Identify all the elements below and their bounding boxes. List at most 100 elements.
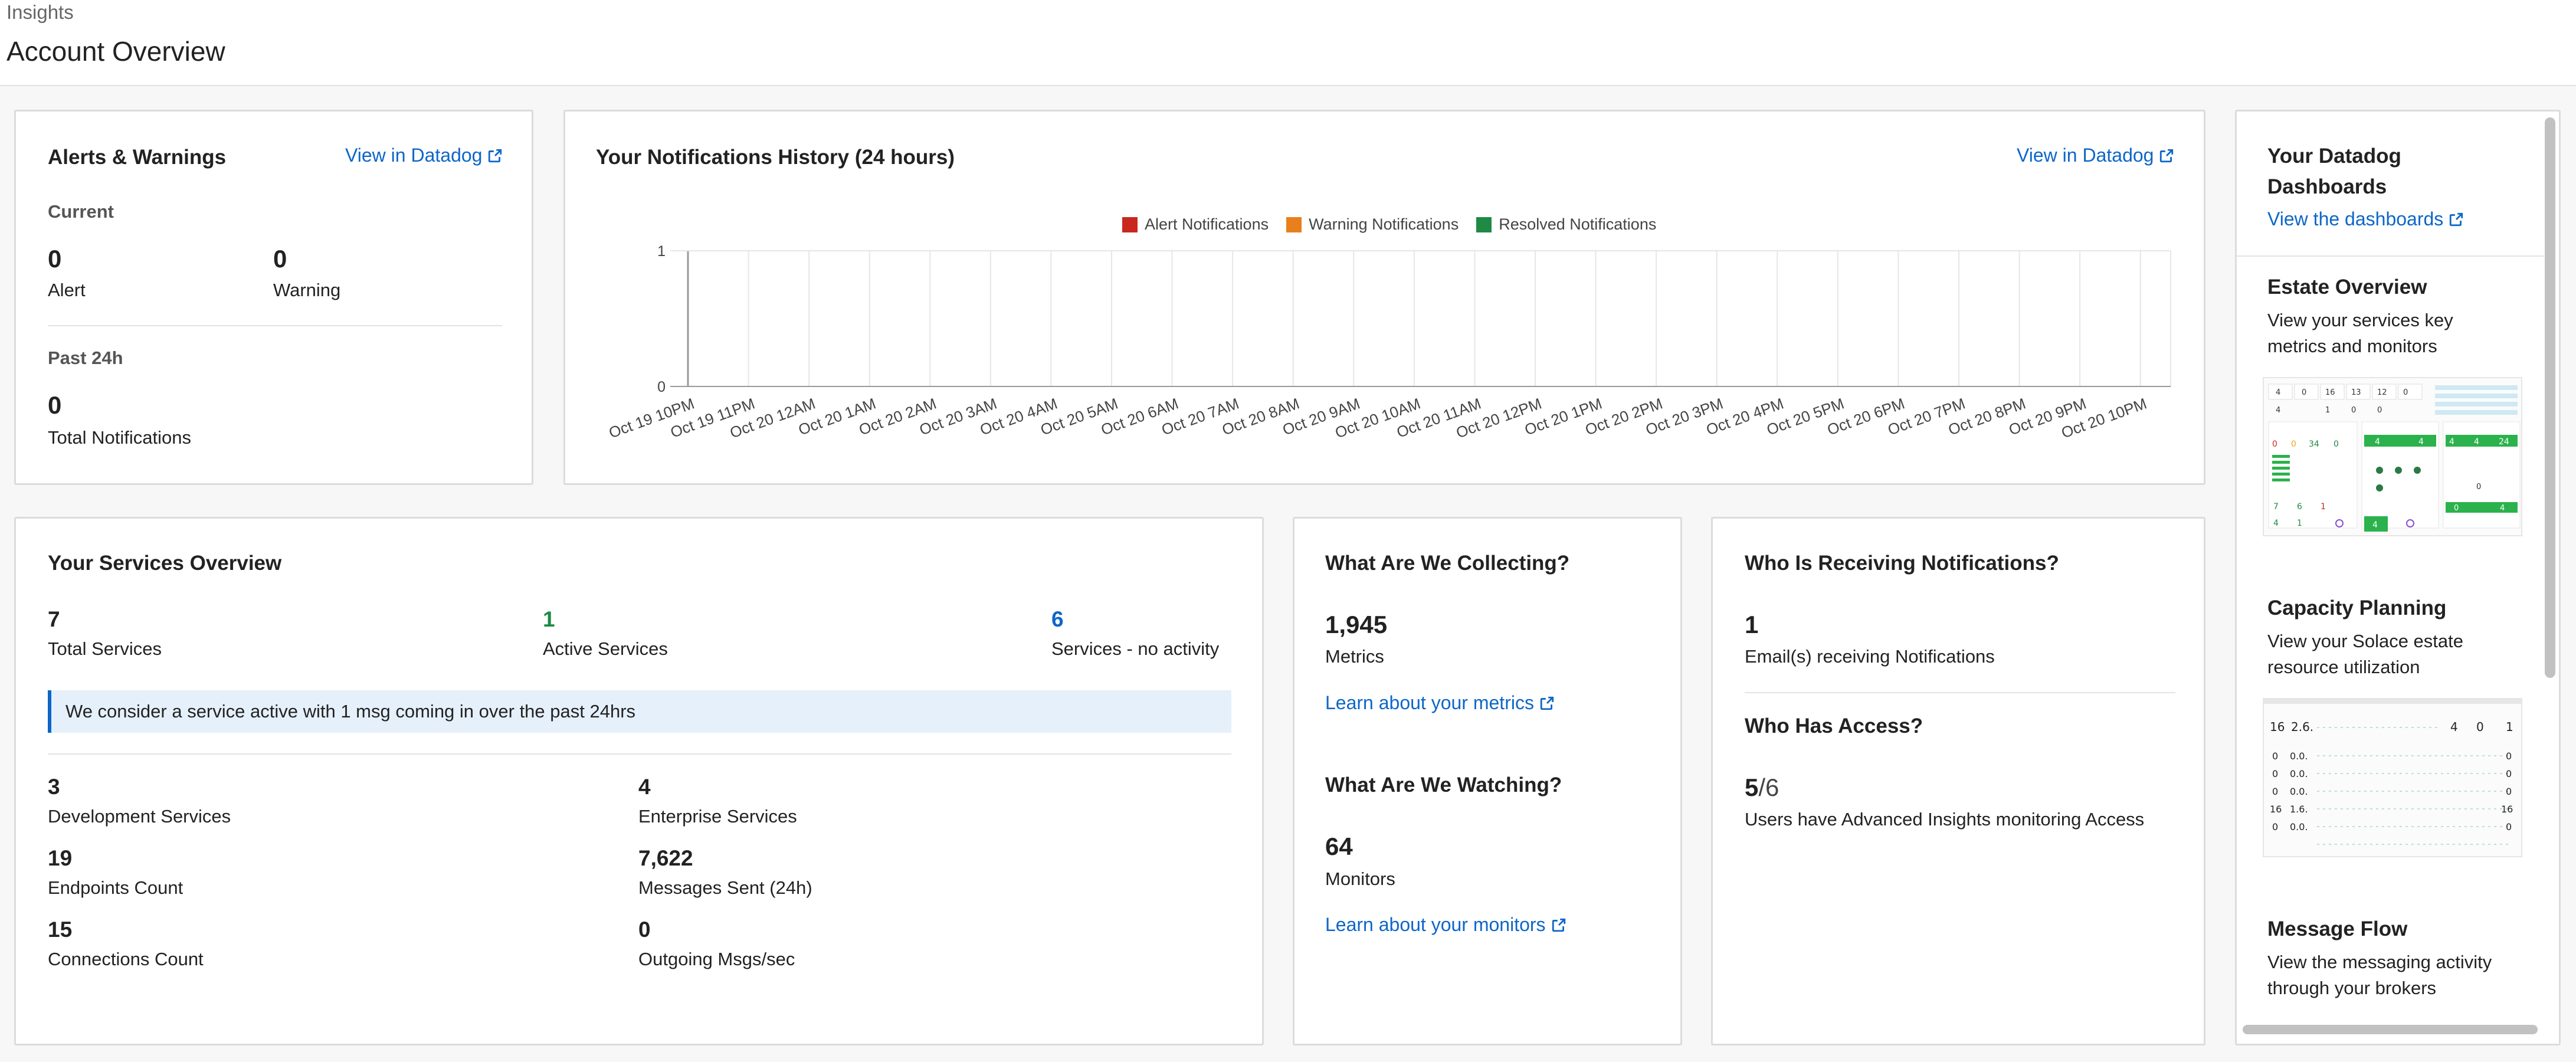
svg-text:0.0.: 0.0.: [2290, 821, 2308, 832]
alerts-view-in-datadog-link[interactable]: View in Datadog: [345, 145, 503, 166]
svg-text:4: 4: [2418, 437, 2424, 447]
horizontal-scrollbar[interactable]: [2243, 1025, 2538, 1034]
svg-text:0: 0: [2272, 440, 2277, 449]
svg-text:0: 0: [2272, 768, 2278, 779]
divider: [48, 753, 1231, 755]
svg-text:6: 6: [2297, 502, 2302, 512]
chart-x-tick-label: Oct 20 12PM: [1454, 394, 1544, 441]
estate-overview-desc-line1: View your services key: [2267, 310, 2453, 330]
legend-swatch-alert: [1122, 217, 1138, 232]
svg-text:0.0.: 0.0.: [2290, 786, 2308, 797]
divider: [1745, 692, 2175, 693]
past-24h-label: Past 24h: [48, 348, 123, 368]
svg-text:0: 0: [2476, 483, 2481, 491]
vertical-scrollbar[interactable]: [2545, 117, 2555, 678]
alerts-card: Alerts & Warnings View in Datadog Curren…: [14, 110, 533, 485]
total-services-count: 7: [48, 607, 60, 631]
enterprise-services-count: 4: [638, 775, 651, 799]
svg-text:4: 4: [2273, 519, 2279, 528]
view-dashboards-link[interactable]: View the dashboards: [2267, 208, 2464, 230]
breadcrumb[interactable]: Insights: [6, 1, 74, 24]
alert-label: Alert: [48, 280, 86, 300]
chart-x-tick-label: Oct 20 2AM: [857, 394, 939, 438]
chart-x-tick-label: Oct 20 4AM: [978, 394, 1060, 438]
chart-x-tick-label: Oct 20 10AM: [1333, 394, 1423, 441]
active-services-label: Active Services: [543, 638, 668, 659]
capacity-planning-thumbnail[interactable]: 16 2.6. 4 0 1 0 0.0. 0 0 0.0. 0 0 0.0. 0 16 1.6. 16 …: [2263, 698, 2522, 857]
external-link-icon: [489, 149, 502, 162]
svg-text:4: 4: [2500, 504, 2505, 513]
legend-item-resolved[interactable]: Resolved Notifications: [1476, 215, 1656, 234]
svg-text:0: 0: [2302, 388, 2306, 397]
external-link-icon: [2450, 212, 2463, 226]
svg-text:0: 0: [2506, 768, 2512, 779]
svg-text:4: 4: [2450, 720, 2458, 734]
divider: [2237, 255, 2544, 257]
learn-about-monitors-link[interactable]: Learn about your monitors: [1325, 914, 1566, 936]
svg-text:0: 0: [2506, 821, 2512, 832]
svg-text:0: 0: [2454, 504, 2459, 513]
svg-text:4: 4: [2449, 437, 2454, 447]
development-services-label: Development Services: [48, 806, 231, 827]
access-count-main: 5: [1745, 773, 1759, 801]
services-title: Your Services Overview: [48, 552, 282, 575]
development-services-count: 3: [48, 775, 60, 799]
chart-x-tick-label: Oct 20 5AM: [1038, 394, 1120, 438]
chart-x-tick-label: Oct 20 2PM: [1583, 394, 1665, 438]
enterprise-services-label: Enterprise Services: [638, 806, 797, 827]
monitors-count: 64: [1325, 832, 1353, 860]
page-title: Account Overview: [6, 36, 225, 67]
collecting-title: What Are We Collecting?: [1325, 552, 1570, 575]
active-service-info-banner: We consider a service active with 1 msg …: [48, 690, 1231, 733]
dashboard-preview-image: 4 0 16 13 12 0 4100 0 0 34 0 44 4 4 24 0 04 7…: [2264, 378, 2521, 535]
capacity-planning-desc-line2: resource utilization: [2267, 657, 2420, 677]
total-notifications-count: 0: [48, 391, 62, 419]
svg-text:0: 0: [2377, 406, 2382, 415]
capacity-planning-title[interactable]: Capacity Planning: [2267, 596, 2446, 620]
messages-sent-count: 7,622: [638, 846, 693, 870]
chart-x-tick-label: Oct 20 6AM: [1099, 394, 1181, 438]
svg-text:1: 1: [2325, 406, 2330, 415]
history-view-in-datadog-link[interactable]: View in Datadog: [2017, 145, 2174, 166]
access-label: Users have Advanced Insights monitoring …: [1745, 809, 2145, 830]
estate-overview-thumbnail[interactable]: 4 0 16 13 12 0 4100 0 0 34 0 44 4 4 24 0 04 7…: [2263, 377, 2522, 536]
chart-x-tick-label: Oct 20 5PM: [1764, 394, 1846, 438]
chart-y-tick-label: 1: [657, 243, 666, 260]
emails-count: 1: [1745, 611, 1759, 638]
chart-x-tick-label: Oct 20 10PM: [2059, 394, 2149, 441]
svg-text:1.6.: 1.6.: [2290, 804, 2308, 815]
dashboards-link-label: View the dashboards: [2267, 208, 2444, 230]
collecting-card: What Are We Collecting? 1,945 Metrics Le…: [1293, 517, 1682, 1045]
no-activity-services-label: Services - no activity: [1051, 638, 1220, 659]
messages-sent-label: Messages Sent (24h): [638, 877, 812, 898]
access-count: 5/6: [1745, 773, 1779, 802]
estate-overview-title[interactable]: Estate Overview: [2267, 276, 2427, 299]
chart-x-tick-label: Oct 19 11PM: [668, 394, 757, 441]
page-header: Insights Account Overview: [0, 0, 2576, 86]
message-flow-desc-line1: View the messaging activity: [2267, 952, 2492, 972]
svg-text:0: 0: [2272, 750, 2278, 762]
monitors-link-label: Learn about your monitors: [1325, 914, 1546, 935]
chart-x-tick-label: Oct 20 8PM: [1946, 394, 2028, 438]
learn-about-metrics-link[interactable]: Learn about your metrics: [1325, 692, 1555, 714]
dashboard-preview-image: 16 2.6. 4 0 1 0 0.0. 0 0 0.0. 0 0 0.0. 0 16 1.6. 16 …: [2264, 699, 2521, 856]
no-activity-services-count[interactable]: 6: [1051, 607, 1064, 632]
access-count-total: /6: [1758, 773, 1779, 801]
warning-label: Warning: [273, 280, 341, 300]
endpoints-count-label: Endpoints Count: [48, 877, 183, 898]
svg-text:0: 0: [2334, 440, 2339, 449]
svg-text:0: 0: [2476, 720, 2484, 734]
total-services-label: Total Services: [48, 638, 162, 659]
chart-x-tick-label: Oct 20 1PM: [1522, 394, 1604, 438]
svg-text:0: 0: [2403, 388, 2408, 397]
legend-item-alert[interactable]: Alert Notifications: [1122, 215, 1269, 234]
svg-text:0: 0: [2291, 440, 2296, 449]
svg-text:0: 0: [2272, 786, 2278, 797]
legend-label-warning: Warning Notifications: [1309, 215, 1459, 233]
monitors-label: Monitors: [1325, 868, 1395, 889]
message-flow-title[interactable]: Message Flow: [2267, 917, 2407, 941]
legend-item-warning[interactable]: Warning Notifications: [1286, 215, 1459, 234]
current-label: Current: [48, 201, 114, 222]
dashboards-panel[interactable]: Your Datadog Dashboards View the dashboa…: [2235, 110, 2561, 1045]
svg-text:16: 16: [2270, 804, 2282, 815]
